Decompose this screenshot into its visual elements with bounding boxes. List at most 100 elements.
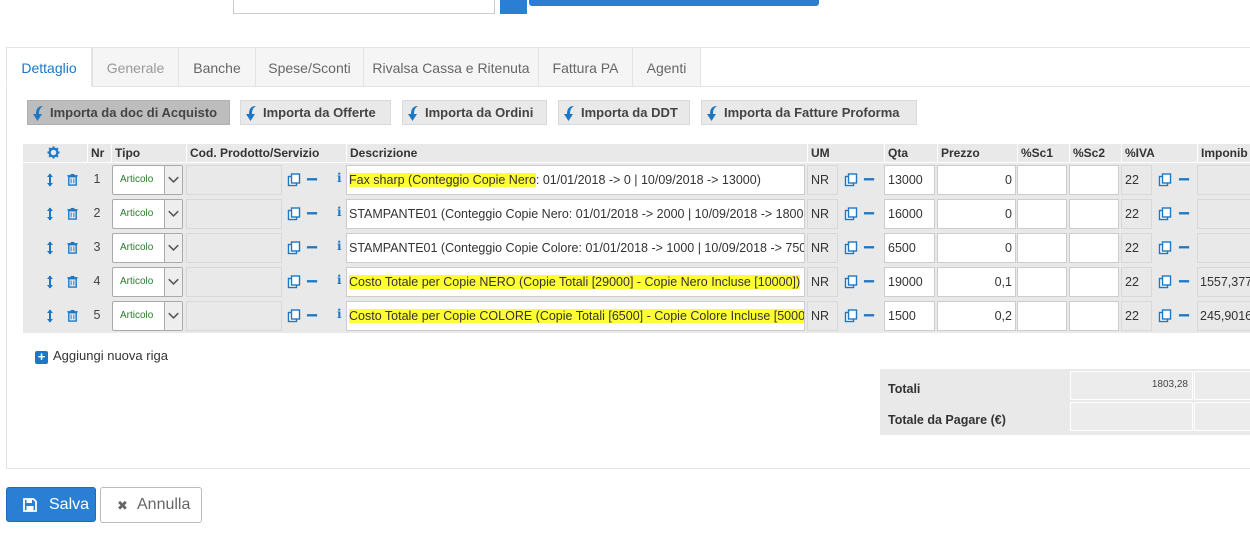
remove-icon[interactable] (1178, 241, 1192, 255)
remove-icon[interactable] (863, 275, 877, 289)
copy-icon[interactable] (287, 241, 301, 255)
copy-icon[interactable] (1158, 275, 1172, 289)
import-ddt-button[interactable]: Importa da DDT (558, 100, 690, 125)
cancel-button[interactable]: ✖ Annulla (100, 487, 202, 523)
um-field[interactable]: NR (807, 233, 838, 263)
trash-icon[interactable] (66, 309, 80, 323)
qta-field[interactable]: 16000 (884, 199, 935, 229)
prezzo-field[interactable]: 0 (937, 199, 1016, 229)
cod-prodotto-field[interactable] (186, 267, 282, 297)
sc1-field[interactable] (1017, 301, 1067, 331)
move-handle-icon[interactable] (43, 207, 57, 221)
iva-field[interactable]: 22 (1121, 199, 1152, 229)
trash-icon[interactable] (66, 173, 80, 187)
info-icon[interactable]: i (337, 307, 342, 321)
copy-icon[interactable] (1158, 207, 1172, 221)
info-icon[interactable]: i (337, 171, 342, 185)
move-handle-icon[interactable] (43, 241, 57, 255)
tipo-select[interactable]: Articolo (112, 165, 183, 195)
sc2-field[interactable] (1069, 165, 1119, 195)
remove-icon[interactable] (863, 173, 877, 187)
info-icon[interactable]: i (337, 273, 342, 287)
sc1-field[interactable] (1017, 267, 1067, 297)
tab-fattura-pa[interactable]: Fattura PA (538, 47, 633, 87)
um-field[interactable]: NR (807, 165, 838, 195)
remove-icon[interactable] (306, 241, 320, 255)
copy-icon[interactable] (287, 173, 301, 187)
info-icon[interactable]: i (337, 239, 342, 253)
remove-icon[interactable] (863, 241, 877, 255)
remove-icon[interactable] (1178, 309, 1192, 323)
copy-icon[interactable] (844, 173, 858, 187)
qta-field[interactable]: 19000 (884, 267, 935, 297)
cod-prodotto-field[interactable] (186, 199, 282, 229)
tab-dettaglio[interactable]: Dettaglio (6, 47, 92, 87)
sc2-field[interactable] (1069, 233, 1119, 263)
remove-icon[interactable] (1178, 173, 1192, 187)
tab-generale[interactable]: Generale (92, 47, 179, 87)
top-action-button[interactable] (529, 0, 819, 6)
copy-icon[interactable] (287, 207, 301, 221)
qta-field[interactable]: 1500 (884, 301, 935, 331)
import-ordini-button[interactable]: Importa da Ordini (402, 100, 547, 125)
um-field[interactable]: NR (807, 199, 838, 229)
description-field[interactable]: Costo Totale per Copie COLORE (Copie Tot… (346, 301, 805, 331)
prezzo-field[interactable]: 0,1 (937, 267, 1016, 297)
copy-icon[interactable] (1158, 173, 1172, 187)
cod-prodotto-field[interactable] (186, 165, 282, 195)
description-field[interactable]: STAMPANTE01 (Conteggio Copie Nero: 01/01… (346, 199, 805, 229)
copy-icon[interactable] (844, 309, 858, 323)
move-handle-icon[interactable] (43, 275, 57, 289)
copy-icon[interactable] (844, 207, 858, 221)
remove-icon[interactable] (306, 309, 320, 323)
move-handle-icon[interactable] (43, 173, 57, 187)
copy-icon[interactable] (1158, 241, 1172, 255)
copy-icon[interactable] (844, 275, 858, 289)
move-handle-icon[interactable] (43, 309, 57, 323)
tab-banche[interactable]: Banche (178, 47, 256, 87)
qta-field[interactable]: 13000 (884, 165, 935, 195)
sc2-field[interactable] (1069, 301, 1119, 331)
prezzo-field[interactable]: 0 (937, 165, 1016, 195)
remove-icon[interactable] (1178, 207, 1192, 221)
iva-field[interactable]: 22 (1121, 165, 1152, 195)
copy-icon[interactable] (844, 241, 858, 255)
prezzo-field[interactable]: 0 (937, 233, 1016, 263)
copy-icon[interactable] (287, 275, 301, 289)
description-field[interactable]: STAMPANTE01 (Conteggio Copie Colore: 01/… (346, 233, 805, 263)
tab-rivalsa-cassa[interactable]: Rivalsa Cassa e Ritenuta (363, 47, 539, 87)
iva-field[interactable]: 22 (1121, 267, 1152, 297)
sc1-field[interactable] (1017, 199, 1067, 229)
remove-icon[interactable] (1178, 275, 1192, 289)
remove-icon[interactable] (306, 207, 320, 221)
import-offerte-button[interactable]: Importa da Offerte (240, 100, 391, 125)
tab-agenti[interactable]: Agenti (632, 47, 701, 87)
tipo-select[interactable]: Articolo (112, 233, 183, 263)
copy-icon[interactable] (287, 309, 301, 323)
iva-field[interactable]: 22 (1121, 301, 1152, 331)
iva-field[interactable]: 22 (1121, 233, 1152, 263)
add-row-link[interactable]: + Aggiungi nuova riga (35, 348, 168, 364)
tipo-select[interactable]: Articolo (112, 301, 183, 331)
trash-icon[interactable] (66, 207, 80, 221)
settings-gear-icon[interactable] (47, 146, 61, 160)
trash-icon[interactable] (66, 275, 80, 289)
remove-icon[interactable] (863, 207, 877, 221)
remove-icon[interactable] (306, 275, 320, 289)
save-button[interactable]: Salva (6, 487, 96, 522)
info-icon[interactable]: i (337, 205, 342, 219)
prezzo-field[interactable]: 0,2 (937, 301, 1016, 331)
sc2-field[interactable] (1069, 199, 1119, 229)
top-search-button[interactable] (500, 0, 527, 14)
sc1-field[interactable] (1017, 233, 1067, 263)
trash-icon[interactable] (66, 241, 80, 255)
tipo-select[interactable]: Articolo (112, 267, 183, 297)
import-acquisto-button[interactable]: Importa da doc di Acquisto (27, 100, 230, 125)
import-proforma-button[interactable]: Importa da Fatture Proforma (701, 100, 917, 125)
um-field[interactable]: NR (807, 267, 838, 297)
sc2-field[interactable] (1069, 267, 1119, 297)
sc1-field[interactable] (1017, 165, 1067, 195)
um-field[interactable]: NR (807, 301, 838, 331)
description-field[interactable]: Fax sharp (Conteggio Copie Nero: 01/01/2… (346, 165, 805, 195)
cod-prodotto-field[interactable] (186, 233, 282, 263)
